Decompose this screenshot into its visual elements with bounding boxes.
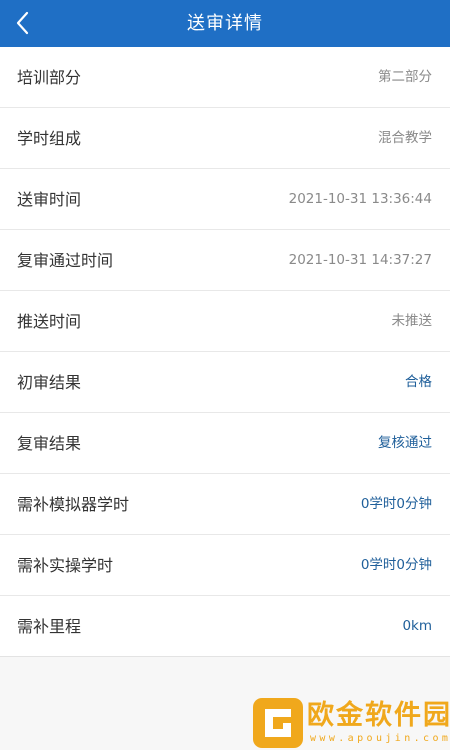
row-practical-hours-needed: 需补实操学时 0学时0分钟 — [0, 535, 450, 596]
row-label: 需补里程 — [17, 617, 82, 636]
row-value: 2021-10-31 14:37:27 — [288, 252, 432, 268]
page-title: 送审详情 — [187, 13, 263, 34]
row-value: 复核通过 — [378, 435, 432, 451]
row-simulator-hours-needed: 需补模拟器学时 0学时0分钟 — [0, 474, 450, 535]
row-review-pass-time: 复审通过时间 2021-10-31 14:37:27 — [0, 230, 450, 291]
apoujin-logo-icon — [253, 698, 303, 748]
watermark: 欧金软件园 www.apoujin.com — [252, 697, 450, 749]
row-value: 第二部分 — [378, 69, 432, 85]
row-training-part: 培训部分 第二部分 — [0, 47, 450, 108]
row-mileage-needed: 需补里程 0km — [0, 596, 450, 657]
row-label: 需补模拟器学时 — [17, 495, 130, 514]
row-final-review-result: 复审结果 复核通过 — [0, 413, 450, 474]
detail-list: 培训部分 第二部分 学时组成 混合教学 送审时间 2021-10-31 13:3… — [0, 47, 450, 657]
row-value: 0学时0分钟 — [360, 496, 432, 512]
row-value: 合格 — [405, 374, 432, 390]
row-label: 培训部分 — [17, 68, 82, 87]
row-label: 推送时间 — [17, 312, 82, 331]
row-label: 送审时间 — [17, 190, 82, 209]
row-value: 0学时0分钟 — [360, 557, 432, 573]
row-initial-review-result: 初审结果 合格 — [0, 352, 450, 413]
row-value: 未推送 — [391, 313, 433, 329]
row-hours-composition: 学时组成 混合教学 — [0, 108, 450, 169]
row-label: 学时组成 — [17, 129, 82, 148]
row-submit-time: 送审时间 2021-10-31 13:36:44 — [0, 169, 450, 230]
row-value: 混合教学 — [378, 130, 432, 146]
row-label: 需补实操学时 — [17, 556, 114, 575]
row-value: 2021-10-31 13:36:44 — [288, 191, 432, 207]
row-value: 0km — [402, 618, 432, 634]
app-header: 送审详情 — [0, 0, 450, 47]
watermark-text: 欧金软件园 — [307, 700, 450, 731]
row-label: 复审结果 — [17, 434, 82, 453]
row-push-time: 推送时间 未推送 — [0, 291, 450, 352]
row-label: 初审结果 — [17, 373, 82, 392]
row-label: 复审通过时间 — [17, 251, 114, 270]
watermark-url: www.apoujin.com — [310, 733, 450, 744]
